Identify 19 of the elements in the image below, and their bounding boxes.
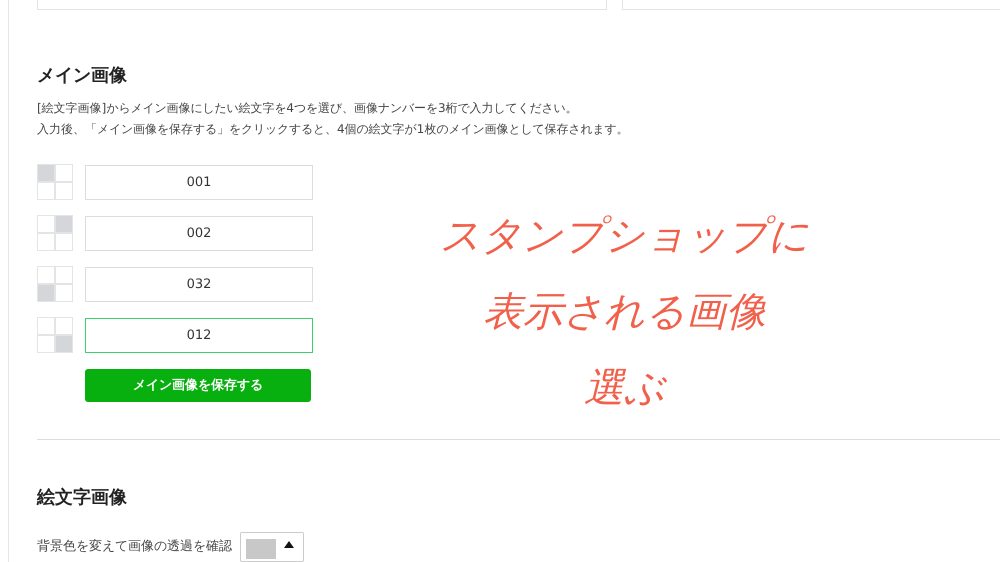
handwritten-note: 表示される画像 (483, 288, 766, 337)
position-grid-icon (37, 215, 73, 251)
section-title: 絵文字画像 (37, 486, 128, 510)
handwritten-note: スタンプショップに (440, 212, 809, 261)
number-field[interactable]: 012 (85, 318, 313, 352)
description-text: [絵文字画像]からメイン画像にしたい絵文字を4つを選び、画像ナンバーを3桁で入力してください。 (37, 100, 579, 117)
color-swatch (246, 539, 276, 559)
position-grid-icon (37, 164, 73, 200)
handwritten-note: 選ぶ (584, 364, 665, 413)
description-text: 入力後、「メイン画像を保存する」をクリックすると、4個の絵文字が1枚のメイン画像として保存されます。 (37, 121, 630, 138)
number-field[interactable]: 001 (85, 164, 313, 200)
background-label: 背景色を変えて画像の透過を確認 (37, 538, 232, 556)
position-grid-icon (37, 266, 73, 302)
section-title: メイン画像 (37, 64, 128, 88)
caret-up-icon (284, 541, 294, 548)
color-picker[interactable] (240, 532, 304, 562)
number-field[interactable]: 002 (85, 216, 313, 250)
number-field[interactable]: 032 (85, 266, 313, 302)
position-grid-icon (37, 317, 73, 353)
